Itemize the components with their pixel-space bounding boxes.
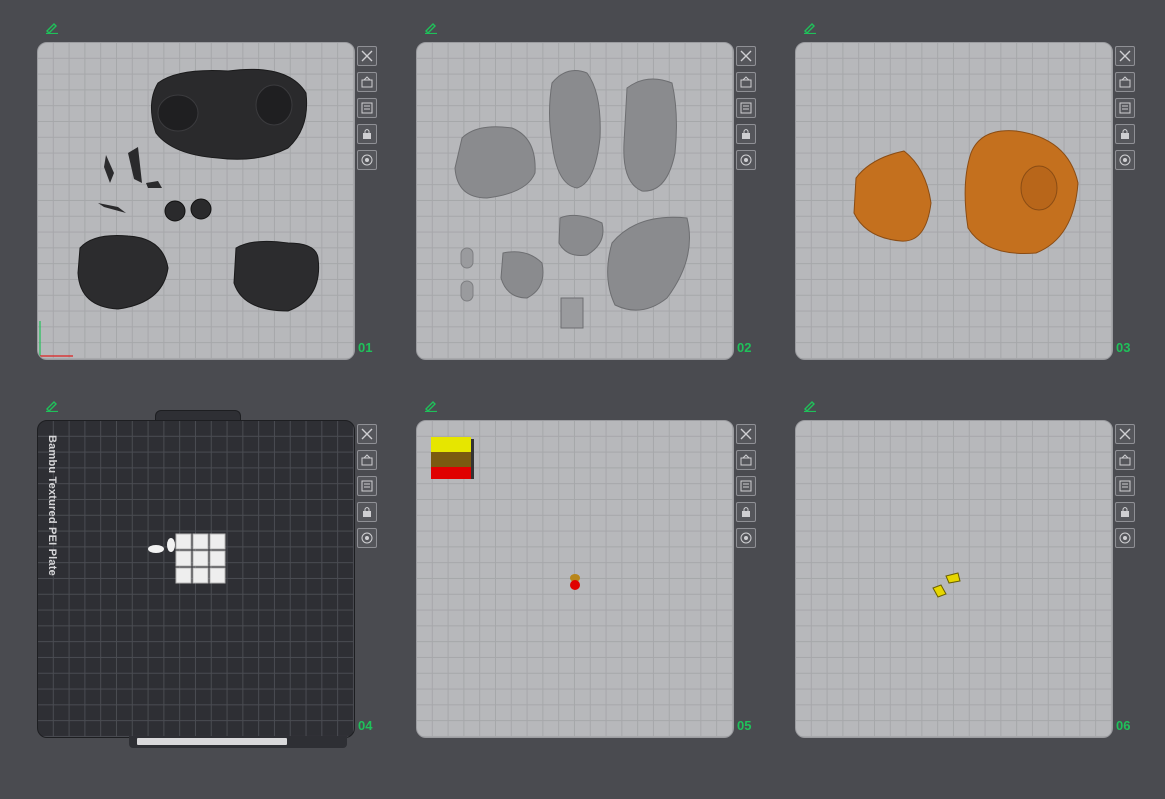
plate-toolbar [1115, 424, 1137, 554]
lock-icon[interactable] [357, 124, 377, 144]
plate-number: 05 [737, 718, 752, 733]
auto-arrange-icon[interactable] [736, 450, 756, 470]
build-plate[interactable] [795, 42, 1113, 360]
plate-models [39, 68, 320, 357]
build-plate[interactable] [795, 420, 1113, 738]
settings-icon[interactable] [357, 528, 377, 548]
close-icon[interactable] [1115, 424, 1135, 444]
lock-icon[interactable] [1115, 502, 1135, 522]
settings-icon[interactable] [1115, 150, 1135, 170]
settings-icon[interactable] [736, 150, 756, 170]
lock-icon[interactable] [736, 124, 756, 144]
auto-arrange-icon[interactable] [1115, 450, 1135, 470]
orient-icon[interactable] [736, 476, 756, 496]
close-icon[interactable] [736, 424, 756, 444]
auto-arrange-icon[interactable] [357, 72, 377, 92]
orient-icon[interactable] [1115, 476, 1135, 496]
plate-cell-03: 03 [795, 23, 1165, 402]
plate-cell-04: Bambu Textured PEI Plate 04 [37, 401, 407, 780]
plate-toolbar [357, 46, 379, 176]
edit-plate-name-icon[interactable] [424, 398, 438, 412]
build-plate[interactable]: Bambu Textured PEI Plate [37, 420, 355, 738]
auto-arrange-icon[interactable] [357, 450, 377, 470]
close-icon[interactable] [736, 46, 756, 66]
plate-cell-06: 06 [795, 401, 1165, 780]
settings-icon[interactable] [357, 150, 377, 170]
edit-plate-name-icon[interactable] [45, 398, 59, 412]
plate-number: 01 [358, 340, 373, 355]
orient-icon[interactable] [357, 98, 377, 118]
close-icon[interactable] [1115, 46, 1135, 66]
auto-arrange-icon[interactable] [1115, 72, 1135, 92]
edit-plate-name-icon[interactable] [803, 398, 817, 412]
settings-icon[interactable] [1115, 528, 1135, 548]
plate-cell-01: 01 [37, 23, 407, 402]
lock-icon[interactable] [357, 502, 377, 522]
plate-number: 02 [737, 340, 752, 355]
close-icon[interactable] [357, 46, 377, 66]
build-plate[interactable] [416, 42, 734, 360]
plate-cell-02: 02 [416, 23, 786, 402]
lock-icon[interactable] [736, 502, 756, 522]
plate-bottom-strip [129, 736, 347, 748]
plate-models [148, 533, 226, 584]
plate-number: 04 [358, 718, 373, 733]
plate-models [932, 572, 961, 598]
plate-number: 06 [1116, 718, 1131, 733]
auto-arrange-icon[interactable] [736, 72, 756, 92]
settings-icon[interactable] [736, 528, 756, 548]
plate-models [853, 130, 1079, 254]
edit-plate-name-icon[interactable] [45, 20, 59, 34]
lock-icon[interactable] [1115, 124, 1135, 144]
plate-toolbar [357, 424, 379, 554]
edit-plate-name-icon[interactable] [803, 20, 817, 34]
edit-plate-name-icon[interactable] [424, 20, 438, 34]
plate-toolbar [1115, 46, 1137, 176]
close-icon[interactable] [357, 424, 377, 444]
orient-icon[interactable] [736, 98, 756, 118]
build-plate[interactable] [37, 42, 355, 360]
plate-cell-05: 05 [416, 401, 786, 780]
orient-icon[interactable] [1115, 98, 1135, 118]
orient-icon[interactable] [357, 476, 377, 496]
plate-toolbar [736, 46, 758, 176]
plate-models [431, 437, 580, 590]
plate-models [454, 70, 690, 329]
build-plate[interactable] [416, 420, 734, 738]
plate-toolbar [736, 424, 758, 554]
plate-number: 03 [1116, 340, 1131, 355]
